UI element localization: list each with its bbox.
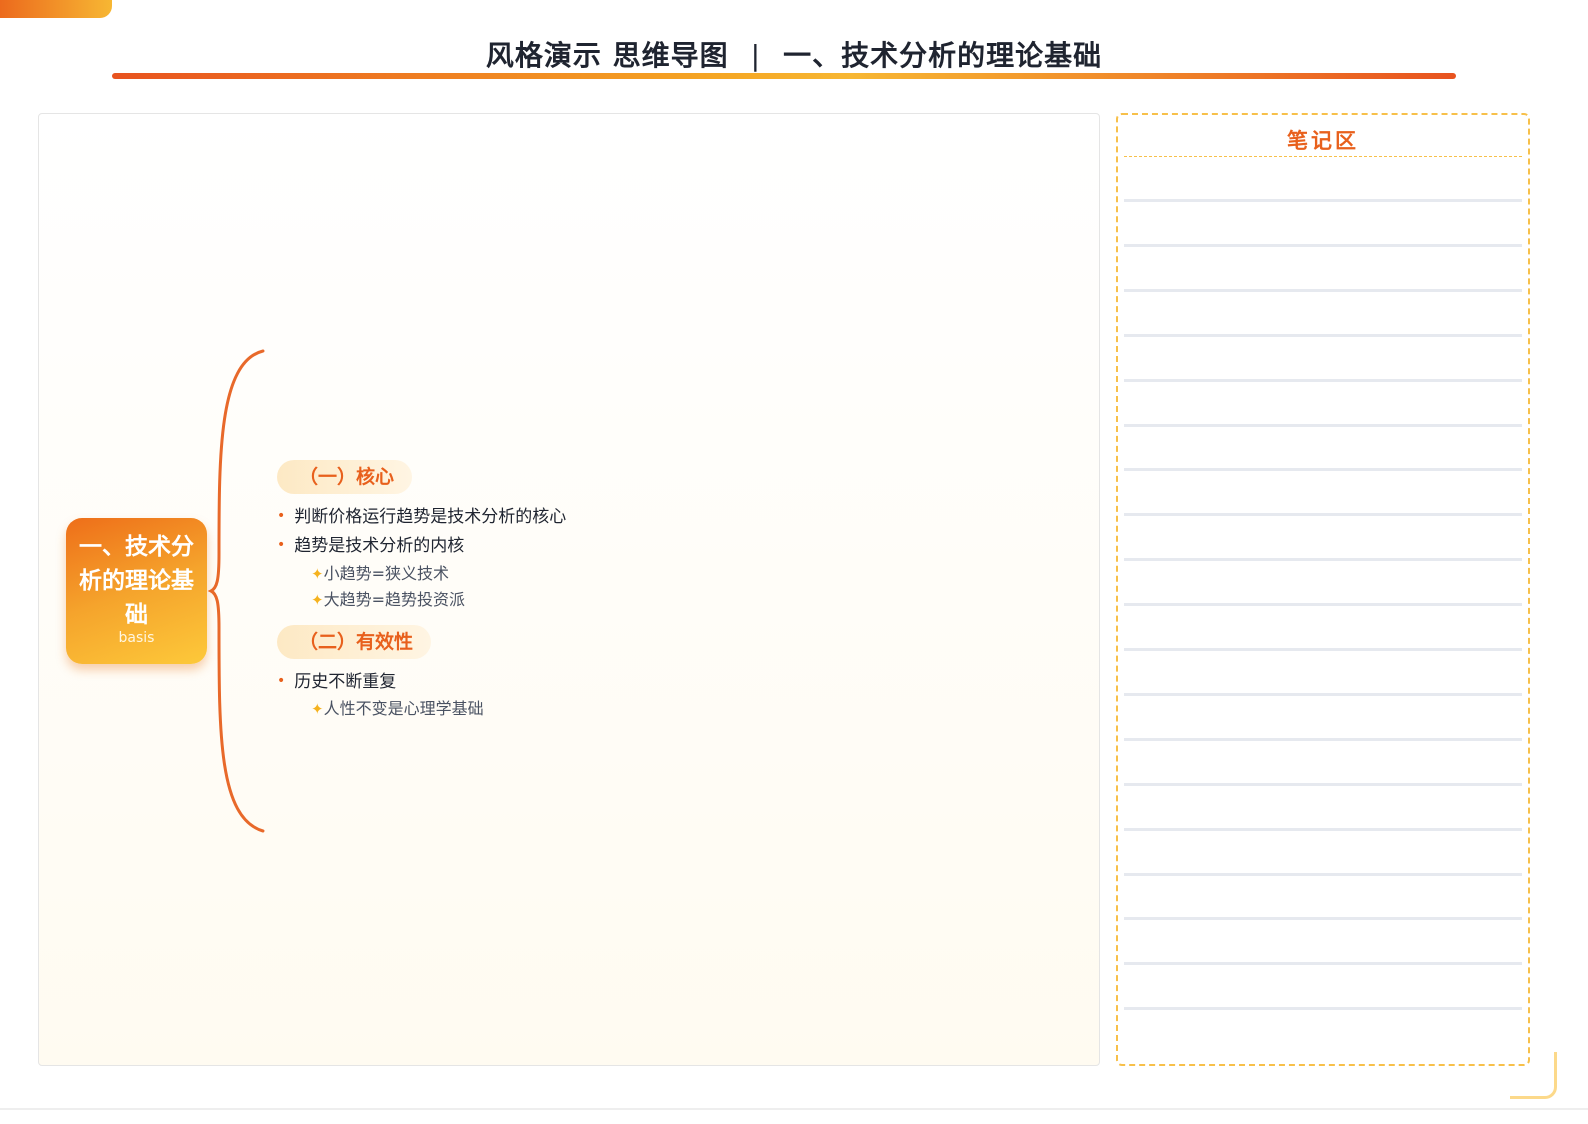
star-icon: ✦ [311,591,324,609]
star-icon: ✦ [311,700,324,718]
mindmap-panel: 一、技术分析的理论基础 basis （一）核心 • 判断价格运行趋势是技术分析的核… [38,113,1100,1066]
bullet-item[interactable]: • 趋势是技术分析的内核 [277,531,464,556]
bullet-text: 历史不断重复 [294,672,397,692]
root-node[interactable]: 一、技术分析的理论基础 basis [66,518,207,664]
page-title: 风格演示 思维导图 | 一、技术分析的理论基础 [0,34,1588,74]
notes-panel[interactable]: 笔记区 [1116,113,1530,1066]
root-node-subtitle: basis [118,630,155,646]
bullet-text: 判断价格运行趋势是技术分析的核心 [294,507,567,527]
title-left: 风格演示 思维导图 [485,39,729,72]
note-line [1124,558,1522,562]
sub-item[interactable]: ✦人性不变是心理学基础 [311,695,484,719]
note-line [1124,513,1522,517]
star-icon: ✦ [311,565,324,583]
note-line [1124,423,1522,427]
note-line [1124,243,1522,247]
bullet-text: 趋势是技术分析的内核 [294,536,465,556]
title-right: 一、技术分析的理论基础 [783,39,1103,72]
corner-tab [0,0,112,18]
note-line [1124,288,1522,292]
note-line [1124,782,1522,786]
bullet-item[interactable]: • 历史不断重复 [277,667,396,692]
sub-item[interactable]: ✦小趋势=狭义技术 [311,560,449,584]
note-line [1124,333,1522,337]
sub-item-text: 大趋势=趋势投资派 [323,590,465,609]
note-line [1124,827,1522,831]
note-line [1124,962,1522,966]
branch-core[interactable]: （一）核心 [277,460,413,494]
note-line [1124,199,1522,202]
title-separator: | [750,39,762,72]
bottom-divider [0,1108,1588,1110]
note-line [1124,917,1522,921]
sub-item-text: 人性不变是心理学基础 [323,699,484,718]
note-line [1124,692,1522,696]
notes-title-divider [1124,156,1522,157]
notes-title: 笔记区 [1287,129,1359,153]
title-underline [112,73,1456,79]
root-node-title: 一、技术分析的理论基础 [79,534,194,628]
note-line [1124,648,1522,651]
note-line [1124,1007,1522,1011]
sub-item[interactable]: ✦大趋势=趋势投资派 [311,586,465,610]
branch-validity[interactable]: （二）有效性 [277,625,432,659]
note-line [1124,468,1522,472]
note-line [1124,378,1522,382]
corner-decoration [1510,1052,1557,1099]
note-line [1124,872,1522,876]
note-line [1124,603,1522,607]
sub-item-text: 小趋势=狭义技术 [323,564,449,583]
bullet-item[interactable]: • 判断价格运行趋势是技术分析的核心 [277,502,566,527]
note-line [1124,737,1522,741]
